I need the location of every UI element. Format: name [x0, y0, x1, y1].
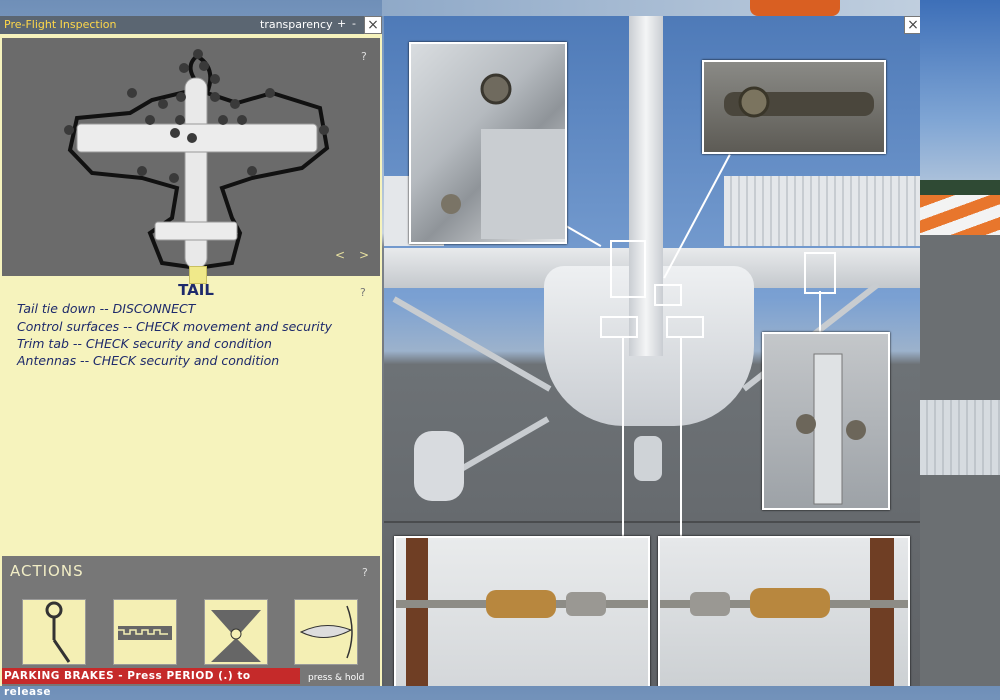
checkpoint[interactable]: [175, 115, 185, 125]
turnbuckle-icon: [660, 538, 908, 686]
control-surface-action-button[interactable]: [113, 599, 177, 665]
checklist-item: Tail tie down -- DISCONNECT: [17, 301, 196, 316]
parking-brake-warning: PARKING BRAKES - Press PERIOD (.) to rel…: [2, 668, 300, 698]
tie-down-icon: [45, 601, 71, 663]
checkpoint[interactable]: [176, 92, 186, 102]
main-gear-left: [414, 431, 464, 501]
ground-line: [384, 521, 920, 523]
checkpoint[interactable]: [210, 92, 220, 102]
panel-title: Pre-Flight Inspection: [4, 18, 117, 31]
actions-panel: ACTIONS ? press & hold: [2, 556, 380, 686]
checklist-help-icon[interactable]: ?: [360, 286, 366, 299]
checkpoint[interactable]: [230, 99, 240, 109]
detail-photo-trim-hinge: [409, 42, 567, 244]
wing-right: [724, 176, 920, 246]
press-hold-caption: press & hold: [308, 673, 365, 683]
checkpoint[interactable]: [179, 63, 189, 73]
trim-tab-icon: [211, 610, 261, 662]
checkpoint[interactable]: [199, 61, 209, 71]
checkpoint[interactable]: [319, 125, 329, 135]
checkpoint[interactable]: [170, 128, 180, 138]
checkpoint[interactable]: [247, 166, 257, 176]
checklist-item: Trim tab -- CHECK security and condition: [17, 336, 272, 351]
panel-titlebar[interactable]: Pre-Flight Inspection transparency + -: [0, 16, 382, 34]
checkpoint[interactable]: [127, 88, 137, 98]
highlight-frame[interactable]: [600, 316, 638, 338]
antenna-icon: [299, 605, 353, 659]
transparency-label: transparency: [260, 18, 333, 31]
background-scene: [920, 0, 1000, 686]
highlight-frame[interactable]: [804, 252, 836, 294]
detail-photo-elevator-bolt: [762, 332, 890, 510]
nose-gear: [634, 436, 662, 481]
checkpoint[interactable]: [218, 115, 228, 125]
actions-title: ACTIONS: [10, 562, 84, 580]
connector-line: [564, 224, 602, 247]
connector-line: [819, 291, 821, 333]
highlight-frame[interactable]: [666, 316, 704, 338]
detail-photo-turnbuckle-right: [658, 536, 910, 686]
control-surface-icon: [118, 626, 172, 640]
viewer-close-button[interactable]: ×: [904, 16, 920, 34]
checkpoint[interactable]: [187, 133, 197, 143]
detail-photo-rudder-hinge: [702, 60, 886, 154]
hinge-arm-icon: [724, 86, 874, 118]
walkaround-map: ?: [2, 38, 380, 284]
next-step-button[interactable]: >: [359, 248, 369, 262]
bg-hangar-stripe: [920, 195, 1000, 235]
panel-close-button[interactable]: ×: [364, 16, 382, 34]
checklist-item: Antennas -- CHECK security and condition: [17, 353, 280, 368]
checkpoint[interactable]: [158, 99, 168, 109]
checkpoint[interactable]: [145, 115, 155, 125]
tail-shape: [154, 221, 238, 241]
preflight-panel: Pre-Flight Inspection transparency + - ×…: [0, 16, 382, 698]
bg-orange-aircraft: [750, 0, 840, 16]
inspection-viewer: ×: [384, 16, 920, 686]
checkpoint[interactable]: [137, 166, 147, 176]
checkpoint[interactable]: [169, 173, 179, 183]
highlight-frame[interactable]: [654, 284, 682, 306]
hinge-bolt-icon: [441, 73, 565, 239]
airplane-diagram: [64, 49, 330, 271]
checklist-title: TAIL: [178, 281, 214, 299]
checkpoint[interactable]: [193, 49, 203, 59]
actions-help-icon[interactable]: ?: [362, 566, 368, 579]
checkpoint[interactable]: [210, 74, 220, 84]
bg-wing: [920, 400, 1000, 475]
transparency-minus-button[interactable]: -: [352, 17, 356, 30]
transparency-plus-button[interactable]: +: [337, 17, 346, 30]
antenna-action-button[interactable]: [294, 599, 358, 665]
bg-sky: [920, 0, 1000, 200]
checkpoint[interactable]: [64, 125, 74, 135]
detail-photo-turnbuckle-left: [394, 536, 650, 686]
turnbuckle-icon: [396, 538, 648, 686]
trim-tab-action-button[interactable]: [204, 599, 268, 665]
previous-step-button[interactable]: <: [335, 248, 345, 262]
bg-top-sky: [382, 0, 1000, 16]
strut-left: [392, 296, 552, 392]
connector-line: [680, 336, 682, 536]
checklist-item: Control surfaces -- CHECK movement and s…: [17, 319, 333, 334]
elevator-bolt-icon: [796, 353, 866, 505]
highlight-frame[interactable]: [610, 240, 646, 298]
checkpoint[interactable]: [237, 115, 247, 125]
checkpoint[interactable]: [265, 88, 275, 98]
connector-line: [622, 336, 624, 536]
tie-down-action-button[interactable]: [22, 599, 86, 665]
